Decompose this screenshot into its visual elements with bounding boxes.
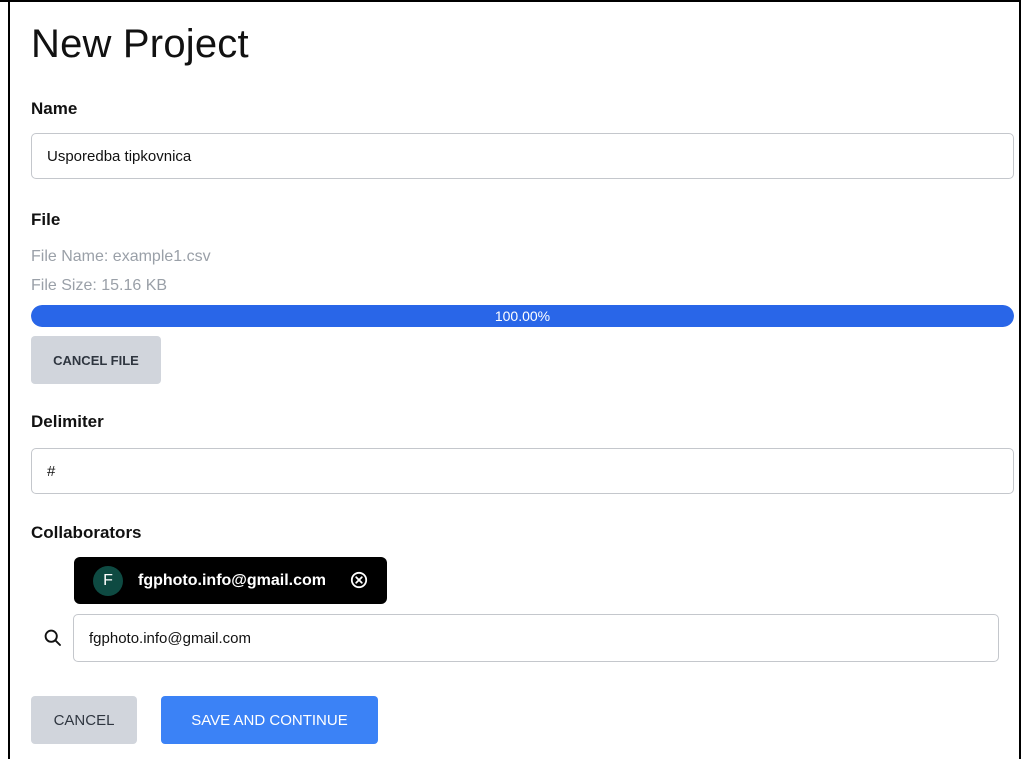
file-name-text: File Name: example1.csv xyxy=(31,248,211,265)
page-title: New Project xyxy=(31,22,249,66)
window-border-top xyxy=(0,0,1021,2)
save-and-continue-button[interactable]: SAVE AND CONTINUE xyxy=(161,696,378,744)
collaborator-email: fgphoto.info@gmail.com xyxy=(138,572,327,589)
search-icon xyxy=(44,629,61,646)
collaborator-chip: F fgphoto.info@gmail.com xyxy=(74,557,387,604)
delimiter-label: Delimiter xyxy=(31,412,104,431)
cancel-button[interactable]: CANCEL xyxy=(31,696,137,744)
delimiter-input[interactable] xyxy=(31,448,1014,494)
avatar: F xyxy=(93,566,123,596)
remove-collaborator-icon[interactable] xyxy=(350,571,368,589)
file-label: File xyxy=(31,210,61,229)
collaborator-search-input[interactable] xyxy=(73,614,999,662)
collaborators-label: Collaborators xyxy=(31,523,142,542)
file-size-text: File Size: 15.16 KB xyxy=(31,277,168,294)
upload-progress-bar: 100.00% xyxy=(31,305,1014,327)
cancel-file-button[interactable]: CANCEL FILE xyxy=(31,336,161,384)
window-border-left xyxy=(8,0,10,759)
name-label: Name xyxy=(31,99,78,118)
name-input[interactable] xyxy=(31,133,1014,179)
upload-progress-label: 100.00% xyxy=(494,308,551,324)
app-window: New Project Name File File Name: example… xyxy=(0,0,1021,759)
